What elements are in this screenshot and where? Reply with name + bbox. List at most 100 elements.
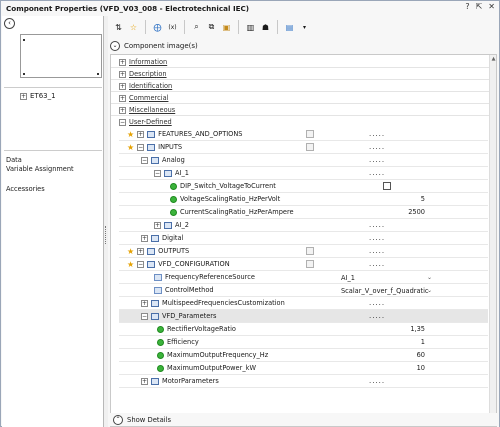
category-information[interactable]: + Information [119,58,167,66]
table-row[interactable]: ★ − INPUTS ..... [119,141,488,154]
collapse-icon[interactable]: − [137,260,145,268]
table-row[interactable]: + MultispeedFrequenciesCustomization ....… [119,297,488,310]
expand-icon[interactable]: + [20,92,27,100]
chevron-down-icon[interactable]: ⌄ [110,41,120,51]
group-icon [151,377,159,385]
category-identification[interactable]: + Identification [119,82,172,90]
toolbar: ⇅ ☆ ⨁ (x) ⌕ ⧉ ▣ ▥ ☗ ▤ ▾ [108,16,499,38]
table-row[interactable]: CurrentScalingRatio_HzPerAmpere 2500 [119,206,488,219]
property-bullet-icon [157,351,164,359]
collapse-icon[interactable]: − [137,143,145,151]
table-row[interactable]: MaximumOutputPower_kW 10 [119,362,488,375]
add-variable-icon[interactable]: ⨁ [151,21,164,34]
category-commercial[interactable]: + Commercial [119,94,168,102]
group-icon [147,260,156,268]
expand-icon[interactable]: + [141,299,148,307]
checkbox[interactable] [306,247,314,255]
view-options-icon[interactable]: ▤ [283,21,296,34]
control-method-select[interactable]: Scalar_V_over_f_Quadratic ⌄ [339,285,435,296]
expand-icon[interactable]: + [137,247,145,255]
property-bullet-icon [157,325,164,333]
data-label: Data [6,156,22,164]
left-panel: ‹ + ET63_1 Data Variable Assignment Acce… [2,16,104,427]
frequency-reference-select[interactable]: AI_1 ⌄ [339,272,435,283]
show-details-bar[interactable]: ⌃ Show Details [110,413,497,426]
expand-icon[interactable]: + [141,234,148,242]
property-bullet-icon [170,195,177,203]
component-images-label: Component image(s) [124,42,198,50]
star-icon[interactable]: ★ [127,130,134,138]
star-icon[interactable]: ★ [127,247,134,255]
table-row[interactable]: + MotorParameters ..... [119,375,488,388]
tree-item-et63[interactable]: + ET63_1 [20,92,56,100]
chevron-down-icon[interactable]: ⌄ [427,287,432,294]
group-icon [164,221,172,229]
lock-icon[interactable]: ▣ [220,21,233,34]
dip-switch-checkbox[interactable] [383,182,391,190]
table-row[interactable]: RectifierVoltageRatio 1,35 [119,323,488,336]
vertical-scrollbar[interactable]: ▲ ▼ [489,55,496,426]
table-row[interactable]: − Analog ..... [119,154,488,167]
variable-assignment-link[interactable]: Variable Assignment [6,165,74,173]
table-row[interactable]: − VFD_Parameters ..... [119,310,488,323]
checkbox[interactable] [306,143,314,151]
collapse-icon[interactable]: − [154,169,161,177]
find-replace-icon[interactable]: ⌕ [190,21,203,34]
property-bullet-icon [157,338,164,346]
category-description[interactable]: + Description [119,70,167,78]
table-row[interactable]: + Digital ..... [119,232,488,245]
table-row[interactable]: DIP_Switch_VoltageToCurrent [119,180,488,193]
group-icon [151,156,159,164]
table-row[interactable]: ControlMethod Scalar_V_over_f_Quadratic ⌄ [119,284,488,297]
star-icon[interactable]: ★ [127,260,134,268]
table-row[interactable]: FrequencyReferenceSource AI_1 ⌄ [119,271,488,284]
chevron-up-icon[interactable]: ⌃ [113,414,123,425]
table-row[interactable]: ★ − VFD_CONFIGURATION ..... [119,258,488,271]
table-row[interactable]: Efficiency 1 [119,336,488,349]
group-icon [151,312,159,320]
float-icon[interactable]: ⇱ [476,2,483,11]
accessories-link[interactable]: Accessories [6,185,45,193]
user-defined-grid: ★ + FEATURES_AND_OPTIONS ..... ★ − INPUTS ..… [119,128,488,424]
collapse-icon[interactable]: − [141,312,148,320]
more-options-icon[interactable]: ▾ [298,21,311,34]
checkbox[interactable] [306,130,314,138]
group-icon [151,234,159,242]
chevron-down-icon[interactable]: ⌄ [427,274,432,281]
properties-content: + Information + Description + Identificatio… [110,54,497,427]
user-variable-icon[interactable]: ☗ [259,21,272,34]
table-row[interactable]: ★ + FEATURES_AND_OPTIONS ..... [119,128,488,141]
collapse-icon[interactable]: − [141,156,148,164]
table-row[interactable]: ★ + OUTPUTS ..... [119,245,488,258]
help-icon[interactable]: ? [465,2,469,11]
expand-icon[interactable]: + [141,377,148,385]
right-panel: ⇅ ☆ ⨁ (x) ⌕ ⧉ ▣ ▥ ☗ ▤ ▾ ⌄ Component imag… [108,16,499,427]
chart-icon[interactable]: ▥ [244,21,257,34]
list-property-icon [154,286,162,294]
expand-icon[interactable]: + [137,130,145,138]
property-bullet-icon [157,364,164,372]
window-title: Component Properties (VFD_V03_008 - Elec… [6,4,250,13]
copy-icon[interactable]: ⧉ [205,21,218,34]
category-miscellaneous[interactable]: + Miscellaneous [119,106,175,114]
component-preview [20,34,102,78]
category-user-defined[interactable]: − User-Defined [119,118,172,126]
table-row[interactable]: − AI_1 ..... [119,167,488,180]
group-icon [164,169,172,177]
tree-item-label: ET63_1 [30,92,56,100]
group-icon [147,130,156,138]
table-row[interactable]: MaximumOutputFrequency_Hz 60 [119,349,488,362]
formula-icon[interactable]: (x) [166,21,179,34]
favorite-star-icon[interactable]: ☆ [127,21,140,34]
scroll-up-icon[interactable]: ▲ [490,56,497,63]
sort-icon[interactable]: ⇅ [112,21,125,34]
checkbox[interactable] [306,260,314,268]
component-images-bar[interactable]: ⌄ Component image(s) [108,39,499,53]
property-bullet-icon [170,182,177,190]
star-icon[interactable]: ★ [127,143,134,151]
expand-icon[interactable]: + [154,221,161,229]
back-icon[interactable]: ‹ [4,18,15,29]
table-row[interactable]: VoltageScalingRatio_HzPerVolt 5 [119,193,488,206]
table-row[interactable]: + AI_2 ..... [119,219,488,232]
close-icon[interactable]: ✕ [488,2,495,11]
